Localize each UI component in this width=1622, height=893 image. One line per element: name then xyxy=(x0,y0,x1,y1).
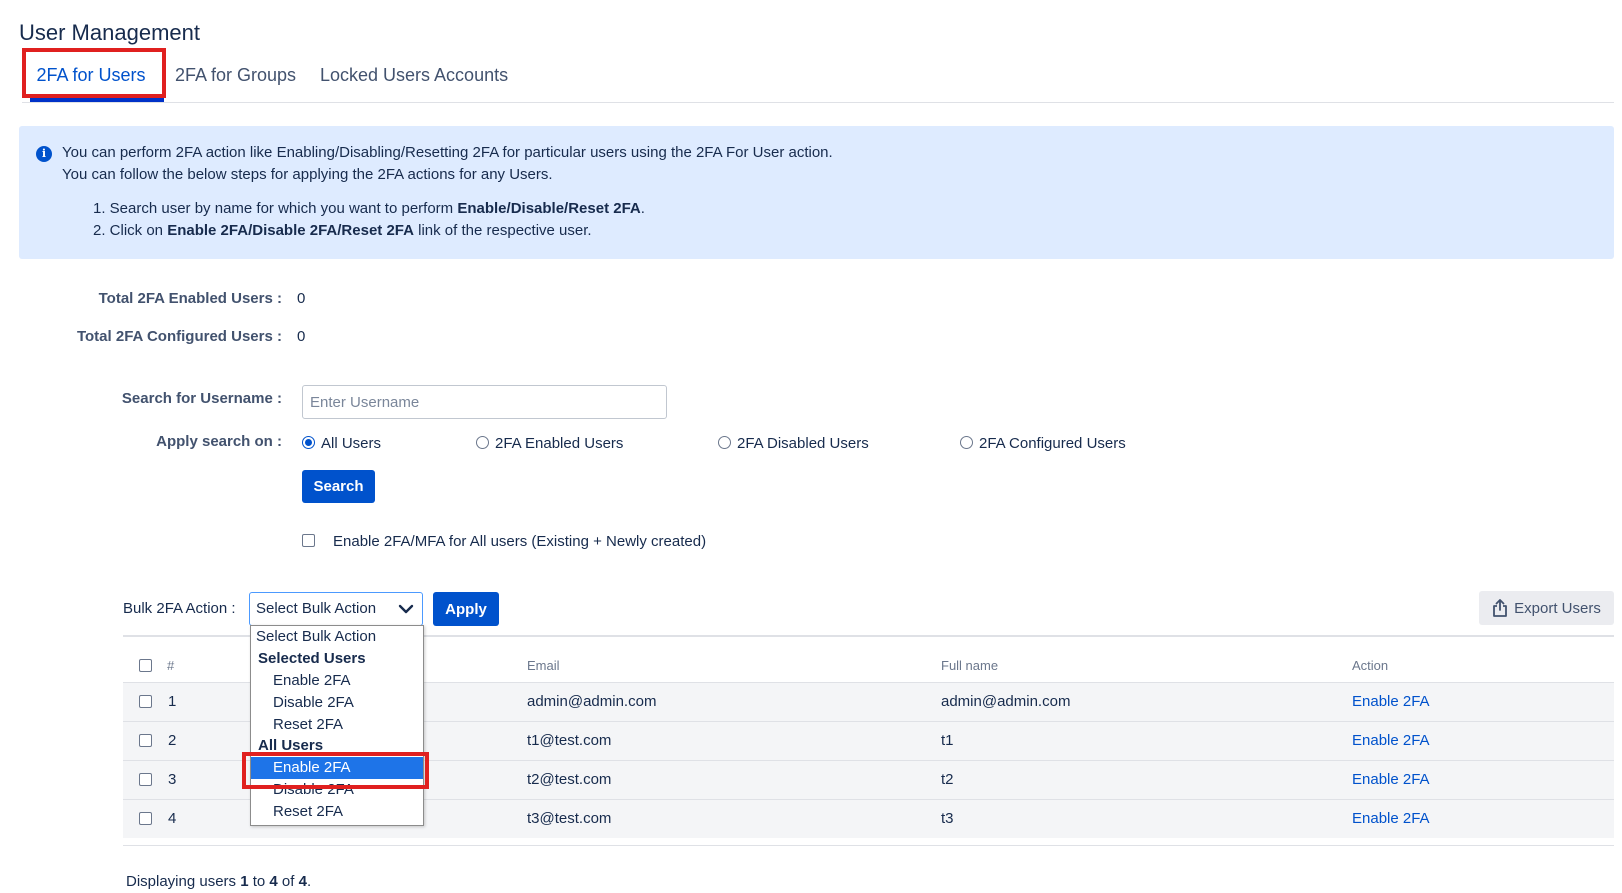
option-select-bulk-action[interactable]: Select Bulk Action xyxy=(251,626,423,648)
export-users-button[interactable]: Export Users xyxy=(1479,591,1614,625)
enable-all-label: Enable 2FA/MFA for All users (Existing +… xyxy=(333,533,707,550)
radio-button-checked[interactable] xyxy=(302,436,315,449)
apply-search-label: Apply search on : xyxy=(156,433,282,450)
enable-2fa-link[interactable]: Enable 2FA xyxy=(1352,693,1430,710)
row-full-name: admin@admin.com xyxy=(941,693,1071,710)
pagination-summary: Displaying users 1 to 4 of 4. xyxy=(126,873,312,890)
option-selected-reset-2fa[interactable]: Reset 2FA xyxy=(251,714,423,736)
info-step-2: 2. Click on Enable 2FA/Disable 2FA/Reset… xyxy=(93,222,592,239)
column-header-action: Action xyxy=(1352,658,1389,673)
optgroup-all-users: All Users xyxy=(258,737,324,754)
column-header-full-name: Full name xyxy=(941,658,999,673)
bulk-action-dropdown-list: Select Bulk Action Selected Users Enable… xyxy=(250,625,424,826)
option-selected-enable-2fa[interactable]: Enable 2FA xyxy=(251,670,423,692)
total-enabled-value: 0 xyxy=(297,290,306,307)
column-header-email: Email xyxy=(527,658,560,673)
optgroup-selected-users: Selected Users xyxy=(258,650,366,667)
search-username-input[interactable] xyxy=(302,385,667,419)
info-line-1: You can perform 2FA action like Enabling… xyxy=(62,144,833,161)
search-username-label: Search for Username : xyxy=(121,390,282,407)
table-bottom-border xyxy=(123,845,1614,846)
info-line-2: You can follow the below steps for apply… xyxy=(62,166,553,183)
row-checkbox[interactable] xyxy=(139,734,152,747)
bulk-action-selected-value: Select Bulk Action xyxy=(256,600,377,617)
page-title: User Management xyxy=(19,20,200,45)
row-full-name: t1 xyxy=(941,732,954,749)
bulk-action-select[interactable]: Select Bulk Action xyxy=(249,592,423,626)
tab-2fa-for-groups[interactable]: 2FA for Groups xyxy=(175,58,296,102)
select-all-checkbox[interactable] xyxy=(139,659,152,672)
radio-2fa-configured-users[interactable]: 2FA Configured Users xyxy=(960,435,1126,452)
radio-button[interactable] xyxy=(960,436,973,449)
total-configured-value: 0 xyxy=(297,328,306,345)
row-full-name: t3 xyxy=(941,810,954,827)
apply-button[interactable]: Apply xyxy=(433,592,499,626)
total-enabled-label: Total 2FA Enabled Users : xyxy=(98,290,282,307)
tab-bar: 2FA for Users 2FA for Groups Locked User… xyxy=(22,58,1614,103)
column-header-number: # xyxy=(167,658,175,673)
option-all-disable-2fa[interactable]: Disable 2FA xyxy=(251,779,423,801)
radio-all-users[interactable]: All Users xyxy=(302,435,381,452)
radio-2fa-enabled-users[interactable]: 2FA Enabled Users xyxy=(476,435,623,452)
tab-locked-users-accounts[interactable]: Locked Users Accounts xyxy=(320,58,508,102)
info-step-1: 1. Search user by name for which you wan… xyxy=(93,200,645,217)
row-email: t1@test.com xyxy=(527,732,612,749)
row-checkbox[interactable] xyxy=(139,812,152,825)
info-panel: i You can perform 2FA action like Enabli… xyxy=(19,126,1614,259)
enable-2fa-link[interactable]: Enable 2FA xyxy=(1352,810,1430,827)
chevron-down-icon xyxy=(398,604,414,614)
row-checkbox[interactable] xyxy=(139,773,152,786)
row-full-name: t2 xyxy=(941,771,954,788)
enable-all-checkbox[interactable] xyxy=(302,534,315,547)
row-number: 2 xyxy=(168,732,177,749)
row-number: 3 xyxy=(168,771,177,788)
option-all-enable-2fa[interactable]: Enable 2FA xyxy=(251,757,423,779)
row-number: 4 xyxy=(168,810,177,827)
option-all-reset-2fa[interactable]: Reset 2FA xyxy=(251,801,423,823)
row-email: t2@test.com xyxy=(527,771,612,788)
bulk-action-label: Bulk 2FA Action : xyxy=(123,600,236,617)
active-tab-indicator xyxy=(30,98,164,102)
tab-2fa-for-users[interactable]: 2FA for Users xyxy=(22,58,160,102)
enable-2fa-link[interactable]: Enable 2FA xyxy=(1352,732,1430,749)
radio-button[interactable] xyxy=(476,436,489,449)
export-icon xyxy=(1493,599,1508,617)
search-button[interactable]: Search xyxy=(302,470,375,503)
info-icon: i xyxy=(36,146,52,162)
radio-button[interactable] xyxy=(718,436,731,449)
radio-2fa-disabled-users[interactable]: 2FA Disabled Users xyxy=(718,435,869,452)
option-selected-disable-2fa[interactable]: Disable 2FA xyxy=(251,692,423,714)
row-email: admin@admin.com xyxy=(527,693,657,710)
row-checkbox[interactable] xyxy=(139,695,152,708)
total-configured-label: Total 2FA Configured Users : xyxy=(76,328,282,345)
row-number: 1 xyxy=(168,693,177,710)
row-email: t3@test.com xyxy=(527,810,612,827)
enable-2fa-link[interactable]: Enable 2FA xyxy=(1352,771,1430,788)
